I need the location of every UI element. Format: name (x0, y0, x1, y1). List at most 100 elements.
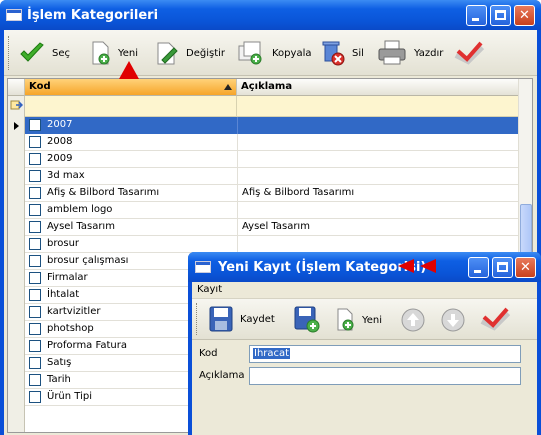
kod-label: Kod (199, 348, 218, 359)
next-record-button[interactable] (440, 303, 466, 337)
row-checkbox[interactable] (29, 391, 41, 403)
column-header-kod[interactable]: Kod (25, 79, 237, 96)
cell-kod: brosur (47, 238, 80, 249)
dialog-window-icon (195, 261, 211, 273)
degistir-button[interactable]: Değiştir (154, 36, 225, 70)
table-row[interactable]: 3d max (25, 168, 520, 185)
kod-field-value: İhracat (253, 348, 291, 359)
cell-kod: 2007 (47, 119, 73, 130)
row-checkbox[interactable] (29, 323, 41, 335)
row-checkbox[interactable] (29, 204, 41, 216)
kaydet-button[interactable]: Kaydet (208, 302, 275, 336)
column-divider (237, 151, 238, 168)
row-checkbox[interactable] (29, 255, 41, 267)
row-checkbox[interactable] (29, 306, 41, 318)
table-row[interactable]: brosur (25, 236, 520, 253)
toolbar-grip[interactable] (8, 36, 11, 70)
printer-icon (378, 40, 406, 65)
dialog-toolbar-grip[interactable] (196, 303, 199, 335)
kopyala-button[interactable]: Kopyala (236, 36, 311, 70)
dialog-apply-button[interactable] (478, 302, 512, 336)
window-title: İşlem Kategorileri (27, 8, 159, 23)
close-button[interactable]: ✕ (514, 5, 535, 26)
annotation-arrow-left-1 (398, 259, 414, 273)
row-checkbox[interactable] (29, 289, 41, 301)
sec-button[interactable]: Seç (18, 36, 70, 70)
annotation-arrow-up (119, 61, 139, 79)
kod-field[interactable]: İhracat (249, 345, 521, 363)
kaydet-label: Kaydet (240, 313, 275, 325)
cell-kod: photshop (47, 323, 94, 334)
dialog-title: Yeni Kayıt (İşlem Kategorisi) (218, 260, 427, 275)
cell-kod: Proforma Fatura (47, 340, 127, 351)
row-checkbox[interactable] (29, 170, 41, 182)
dialog-titlebar[interactable]: Yeni Kayıt (İşlem Kategorisi) ✕ (188, 252, 541, 282)
dialog-yeni-button[interactable]: Yeni (334, 303, 382, 337)
window-icon (6, 9, 22, 21)
filter-row[interactable] (25, 96, 520, 117)
table-row[interactable]: amblem logo (25, 202, 520, 219)
annotation-arrow-left-2 (420, 259, 436, 273)
row-checkbox[interactable] (29, 340, 41, 352)
cell-kod: Firmalar (47, 272, 88, 283)
row-checkbox[interactable] (29, 374, 41, 386)
column-header-aciklama[interactable]: Açıklama (237, 79, 520, 96)
delete-icon (322, 41, 345, 66)
maximize-button[interactable] (490, 5, 511, 26)
sec-label: Seç (52, 47, 70, 59)
column-divider (237, 117, 238, 134)
column-divider (237, 202, 238, 219)
arrow-up-icon (401, 308, 425, 332)
previous-record-button[interactable] (400, 303, 426, 337)
dialog-close-button[interactable]: ✕ (515, 257, 536, 278)
checkmark-icon (20, 42, 44, 62)
row-checkbox[interactable] (29, 153, 41, 165)
close-icon: ✕ (519, 8, 530, 23)
row-checkbox[interactable] (29, 272, 41, 284)
sort-ascending-icon (224, 84, 232, 90)
check-red-icon (480, 307, 511, 331)
cell-aciklama: Afiş & Bilbord Tasarımı (242, 187, 355, 198)
column-divider (237, 219, 238, 236)
filter-row-icon (10, 100, 23, 110)
menu-kayit[interactable]: Kayıt (197, 284, 222, 295)
column-header-aciklama-label: Açıklama (241, 81, 293, 92)
cell-kod: 3d max (47, 170, 85, 181)
degistir-label: Değiştir (186, 47, 225, 59)
dialog-maximize-button[interactable] (492, 257, 513, 278)
main-titlebar[interactable]: İşlem Kategorileri ✕ (0, 0, 541, 30)
row-checkbox[interactable] (29, 357, 41, 369)
row-checkbox[interactable] (29, 136, 41, 148)
row-indicator-column (8, 79, 25, 432)
check-red-icon (454, 41, 485, 65)
table-row[interactable]: 2009 (25, 151, 520, 168)
table-row[interactable]: 2007 (25, 117, 520, 134)
yazdir-button[interactable]: Yazdır (376, 36, 443, 70)
save-new-icon (294, 306, 320, 333)
apply-button[interactable] (452, 36, 486, 70)
row-checkbox[interactable] (29, 119, 41, 131)
new-document-icon (337, 308, 354, 331)
minimize-button[interactable] (466, 5, 487, 26)
cell-kod: Aysel Tasarım (47, 221, 115, 232)
dialog-save-new-button[interactable] (293, 302, 321, 336)
sil-button[interactable]: Sil (320, 36, 364, 70)
table-row[interactable]: Aysel Tasarım Aysel Tasarım (25, 219, 520, 236)
cell-kod: Ürün Tipi (47, 391, 92, 402)
aciklama-field[interactable] (249, 367, 521, 385)
row-checkbox[interactable] (29, 187, 41, 199)
scrollbar-thumb[interactable] (520, 204, 532, 254)
maximize-icon (495, 10, 506, 20)
sil-label: Sil (352, 47, 364, 59)
current-row-pointer-icon (14, 122, 19, 130)
row-checkbox[interactable] (29, 238, 41, 250)
column-divider (237, 236, 238, 253)
dialog-minimize-button[interactable] (468, 257, 489, 278)
table-row[interactable]: Afiş & Bilbord Tasarımı Afiş & Bilbord Ta… (25, 185, 520, 202)
row-checkbox[interactable] (29, 221, 41, 233)
filter-cell-aciklama[interactable] (237, 96, 520, 117)
cell-kod: amblem logo (47, 204, 113, 215)
table-row[interactable]: 2008 (25, 134, 520, 151)
cell-kod: Satış (47, 357, 72, 368)
filter-cell-kod[interactable] (25, 96, 237, 117)
